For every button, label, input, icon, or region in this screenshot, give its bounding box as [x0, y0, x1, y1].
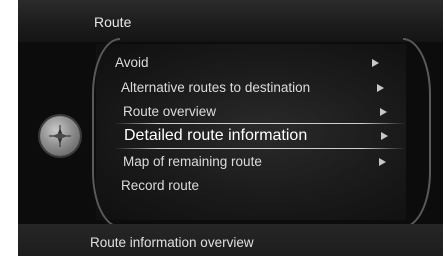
menu-bracket-right: [403, 38, 431, 228]
selection-line-bottom: [114, 148, 406, 149]
triangle-right-icon: [372, 59, 379, 67]
menu-item-map-of-remaining-route[interactable]: Map of remaining route: [123, 154, 262, 169]
menu-item-alternative-routes[interactable]: Alternative routes to destination: [121, 80, 310, 95]
bottom-bar: Route information overview: [18, 224, 443, 256]
title-bar: Route: [18, 0, 443, 42]
triangle-right-icon: [380, 108, 387, 116]
menu-item-avoid[interactable]: Avoid: [115, 55, 149, 70]
triangle-right-icon: [377, 84, 384, 92]
selection-line-top: [114, 123, 406, 124]
navigation-compass-icon: [40, 116, 80, 156]
triangle-right-icon: [381, 132, 388, 140]
page-title: Route: [94, 14, 132, 30]
triangle-right-icon: [379, 158, 386, 166]
menu-item-record-route[interactable]: Record route: [121, 178, 199, 193]
menu-item-detailed-route-information[interactable]: Detailed route information: [124, 127, 307, 145]
footer-label: Route information overview: [90, 235, 254, 250]
nav-screen: Route Avoid Alternative routes to destin…: [18, 0, 443, 256]
menu-item-route-overview[interactable]: Route overview: [123, 104, 216, 119]
